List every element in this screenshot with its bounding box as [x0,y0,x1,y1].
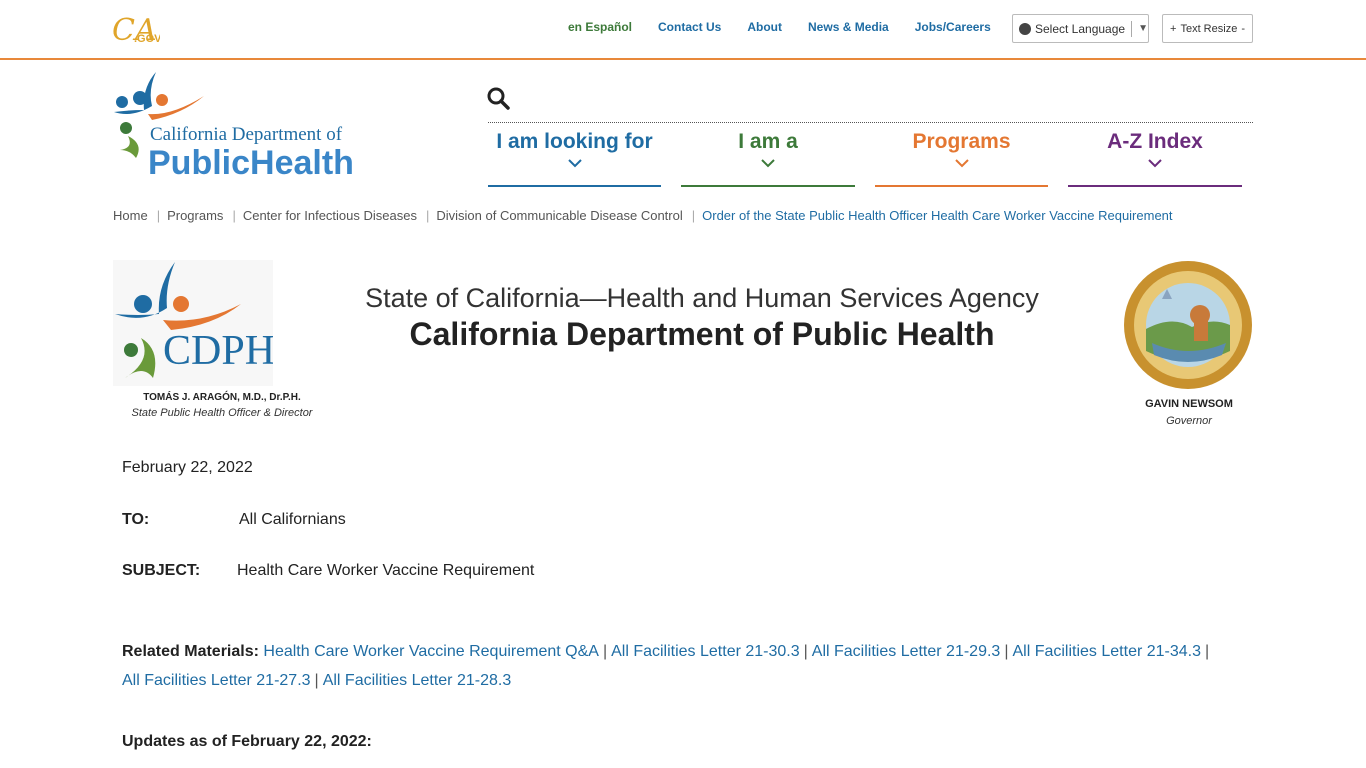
to-label: TO: [122,511,150,528]
breadcrumb-programs[interactable]: Programs [167,208,223,223]
nav-label: A-Z Index [1107,130,1203,153]
to-value: All Californians [239,511,346,528]
utility-bar: CA .GOV en Español Contact Us About News… [0,0,1366,60]
nav-label: I am looking for [496,130,653,153]
search-icon[interactable] [486,86,512,112]
breadcrumb-division-cdc[interactable]: Division of Communicable Disease Control [436,208,682,223]
chevron-down-icon [567,159,582,168]
department-line: California Department of Public Health [409,316,995,352]
svg-text:CDPH: CDPH [163,328,273,374]
related-link-afl-21-27-3[interactable]: All Facilities Letter 21-27.3 [122,672,311,689]
subject-value: Health Care Worker Vaccine Requirement [237,562,535,579]
link-news-media[interactable]: News & Media [808,20,889,34]
svg-text:California Department of: California Department of [150,124,343,145]
text-resize-control[interactable]: + Text Resize - [1162,14,1253,43]
select-language-label: Select Language [1035,21,1126,36]
memo-date: February 22, 2022 [122,459,253,476]
nav-i-am-a[interactable]: I am a [681,130,855,187]
officer-name: TOMÁS J. ARAGÓN, M.D., Dr.P.H. [143,392,301,403]
nav-programs[interactable]: Programs [875,130,1048,187]
related-link-afl-21-29-3[interactable]: All Facilities Letter 21-29.3 [812,643,1001,660]
header-divider [488,122,1253,123]
related-link-afl-21-34-3[interactable]: All Facilities Letter 21-34.3 [1012,643,1201,660]
letterhead-title: State of California—Health and Human Ser… [300,283,1104,353]
chevron-down-icon [1148,159,1162,168]
ca-gov-logo[interactable]: CA .GOV [112,12,160,46]
memo-to-row: TO: All Californians [122,511,346,529]
globe-icon [1019,22,1031,35]
utility-links: en Español Contact Us About News & Media… [568,20,1017,34]
link-contact-us[interactable]: Contact Us [658,20,721,34]
governor-block: GAVIN NEWSOM Governor [1120,398,1258,427]
breadcrumb-home[interactable]: Home [113,208,148,223]
officer-block: TOMÁS J. ARAGÓN, M.D., Dr.P.H. State Pub… [112,392,332,419]
governor-title: Governor [1166,415,1212,427]
text-decrease-button[interactable]: - [1241,23,1245,35]
text-resize-label: Text Resize [1180,22,1238,35]
link-about[interactable]: About [747,20,782,34]
caret-down-icon: ▼ [1138,23,1148,34]
subject-label: SUBJECT: [122,562,201,579]
nav-i-am-looking-for[interactable]: I am looking for [488,130,661,187]
main-nav: I am looking for I am a Programs A-Z Ind… [488,130,1253,188]
officer-title: State Public Health Officer & Director [131,407,313,419]
governor-name: GAVIN NEWSOM [1145,398,1233,410]
updates-heading: Updates as of February 22, 2022: [122,733,372,750]
breadcrumb-current-page[interactable]: Order of the State Public Health Officer… [702,208,1172,223]
cdph-letterhead-logo: CDPH [113,260,273,386]
nav-label: Programs [912,130,1011,153]
text-increase-button[interactable]: + [1170,23,1176,35]
nav-a-z-index[interactable]: A-Z Index [1068,130,1242,187]
breadcrumb-center-infectious-diseases[interactable]: Center for Infectious Diseases [243,208,417,223]
svg-text:.GOV: .GOV [134,33,160,45]
memo-subject-row: SUBJECT: Health Care Worker Vaccine Requi… [122,562,534,580]
related-label: Related Materials: [122,643,259,660]
svg-text:PublicHealth: PublicHealth [148,144,354,180]
cdph-header-logo[interactable]: California Department of PublicHealth [112,70,382,180]
breadcrumb: Home | Programs | Center for Infectious … [113,208,1173,223]
chevron-down-icon [761,159,775,168]
link-jobs-careers[interactable]: Jobs/Careers [915,20,991,34]
link-en-espanol[interactable]: en Español [568,20,632,34]
chevron-down-icon [954,159,969,168]
related-link-afl-21-28-3[interactable]: All Facilities Letter 21-28.3 [323,672,512,689]
related-link-qa[interactable]: Health Care Worker Vaccine Requirement Q… [263,643,599,660]
related-link-afl-21-30-3[interactable]: All Facilities Letter 21-30.3 [611,643,800,660]
agency-line: State of California—Health and Human Ser… [365,283,1039,313]
nav-label: I am a [738,130,798,153]
select-language-dropdown[interactable]: Select Language ▼ [1012,14,1149,43]
california-seal-image [1124,261,1252,389]
related-materials: Related Materials: Health Care Worker Va… [122,643,1210,689]
